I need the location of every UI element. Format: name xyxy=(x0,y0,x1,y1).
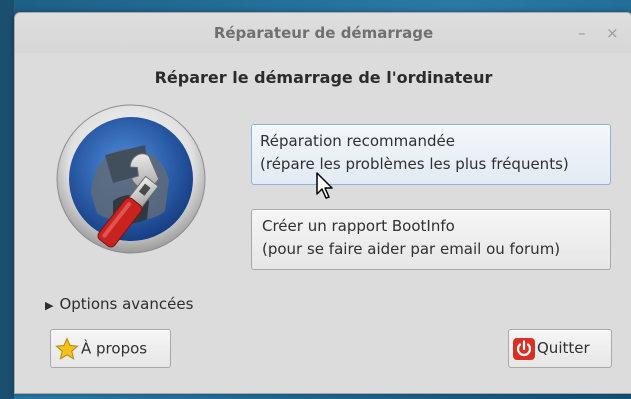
bootinfo-report-button[interactable]: Créer un rapport BootInfo (pour se faire… xyxy=(251,209,611,270)
boot-repair-wrench-icon xyxy=(56,104,206,254)
page-heading: Réparer le démarrage de l'ordinateur xyxy=(154,68,493,87)
expander-triangle-icon: ▶ xyxy=(45,299,54,312)
about-button[interactable]: À propos xyxy=(50,329,171,368)
window-title: Réparateur de démarrage xyxy=(213,24,434,42)
quit-label: Quitter xyxy=(537,339,590,357)
star-icon xyxy=(55,337,79,360)
minimize-button[interactable]: – xyxy=(578,24,586,42)
bootinfo-report-subtitle: (pour se faire aider par email ou forum) xyxy=(262,240,561,258)
recommended-repair-title: Réparation recommandée xyxy=(260,132,455,150)
desktop-background-strip xyxy=(0,0,14,399)
bootinfo-report-title: Créer un rapport BootInfo xyxy=(262,217,455,235)
quit-button[interactable]: Quitter xyxy=(508,329,612,368)
boot-repair-window: Réparateur de démarrage – × Réparer le d… xyxy=(14,12,631,394)
advanced-options-label: Options avancées xyxy=(59,295,194,313)
mouse-pointer-icon xyxy=(316,172,333,199)
recommended-repair-button[interactable]: Réparation recommandée (répare les probl… xyxy=(251,124,611,185)
about-label: À propos xyxy=(81,339,148,358)
recommended-repair-subtitle: (répare les problèmes les plus fréquents… xyxy=(260,155,569,173)
title-bar[interactable]: Réparateur de démarrage – × xyxy=(15,13,631,53)
close-button[interactable]: × xyxy=(606,24,619,42)
advanced-options-expander[interactable]: ▶ Options avancées xyxy=(45,295,193,313)
power-icon xyxy=(513,337,535,360)
